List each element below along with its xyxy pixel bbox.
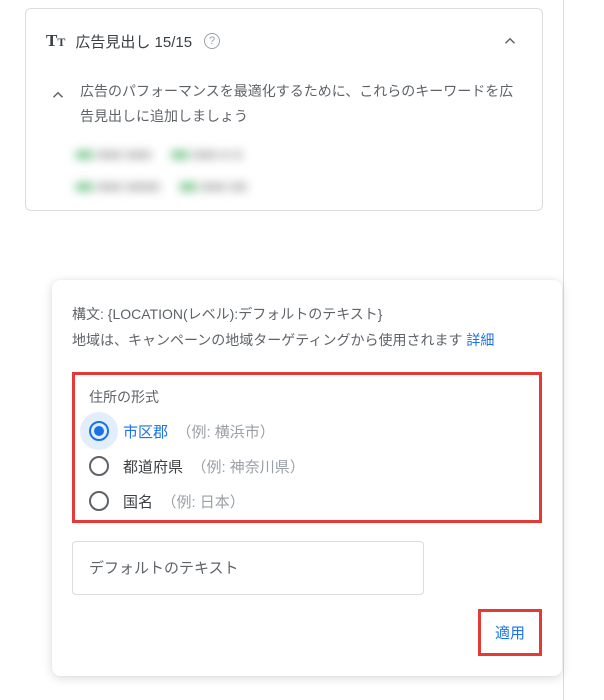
help-icon[interactable]: ? — [204, 33, 220, 49]
keyword-suggestions-blurred: ■■ ■■■ ■■■ ■■ ■■■ ■ ■ ■■ ■■■ ■■■■ ■■ ■■■… — [76, 146, 522, 194]
apply-row: 適用 — [72, 609, 542, 656]
radio-icon — [89, 421, 109, 441]
card-title-group: TT 広告見出し 15/15 ? — [46, 31, 220, 52]
detail-link[interactable]: 詳細 — [466, 332, 494, 348]
input-placeholder: デフォルトのテキスト — [89, 557, 239, 578]
radio-label: 国名 — [123, 494, 153, 511]
collapse-chevron-up-icon[interactable] — [498, 29, 522, 53]
radio-icon — [89, 491, 109, 511]
hint-chevron-up-icon[interactable] — [46, 83, 70, 107]
radio-example: （例: 神奈川県） — [191, 459, 304, 476]
apply-button[interactable]: 適用 — [478, 609, 542, 656]
radio-example: （例: 日本） — [161, 494, 244, 511]
card-title: 広告見出し 15/15 — [75, 31, 192, 52]
address-format-label: 住所の形式 — [89, 387, 525, 407]
radio-label: 都道府県 — [123, 459, 183, 476]
hint-row: 広告のパフォーマンスを最適化するために、これらのキーワードを広告見出しに追加しま… — [46, 79, 522, 128]
popover-description: 構文: {LOCATION(レベル):デフォルトのテキスト} 地域は、キャンペー… — [72, 302, 542, 354]
headline-card: TT 広告見出し 15/15 ? 広告のパフォーマンスを最適化するために、これら… — [25, 8, 543, 211]
address-format-radio-group: 市区郡 （例: 横浜市） 都道府県 （例: 神奈川県） 国名 （例: 日本） — [89, 421, 525, 512]
text-format-icon: TT — [46, 31, 65, 51]
address-format-section: 住所の形式 市区郡 （例: 横浜市） 都道府県 （例: 神奈川県） 国名 — [72, 372, 542, 523]
radio-option-prefecture[interactable]: 都道府県 （例: 神奈川県） — [89, 456, 525, 477]
syntax-line: 構文: {LOCATION(レベル):デフォルトのテキスト} — [72, 306, 382, 322]
card-header: TT 広告見出し 15/15 ? — [46, 29, 522, 53]
location-insertion-popover: 構文: {LOCATION(レベル):デフォルトのテキスト} 地域は、キャンペー… — [52, 280, 562, 676]
hint-text: 広告のパフォーマンスを最適化するために、これらのキーワードを広告見出しに追加しま… — [80, 79, 522, 128]
region-line: 地域は、キャンペーンの地域ターゲティングから使用されます — [72, 332, 466, 348]
radio-label: 市区郡 — [123, 424, 168, 441]
radio-option-city[interactable]: 市区郡 （例: 横浜市） — [89, 421, 525, 442]
radio-icon — [89, 456, 109, 476]
radio-option-country[interactable]: 国名 （例: 日本） — [89, 491, 525, 512]
default-text-input[interactable]: デフォルトのテキスト — [72, 541, 424, 595]
radio-example: （例: 横浜市） — [176, 424, 274, 441]
